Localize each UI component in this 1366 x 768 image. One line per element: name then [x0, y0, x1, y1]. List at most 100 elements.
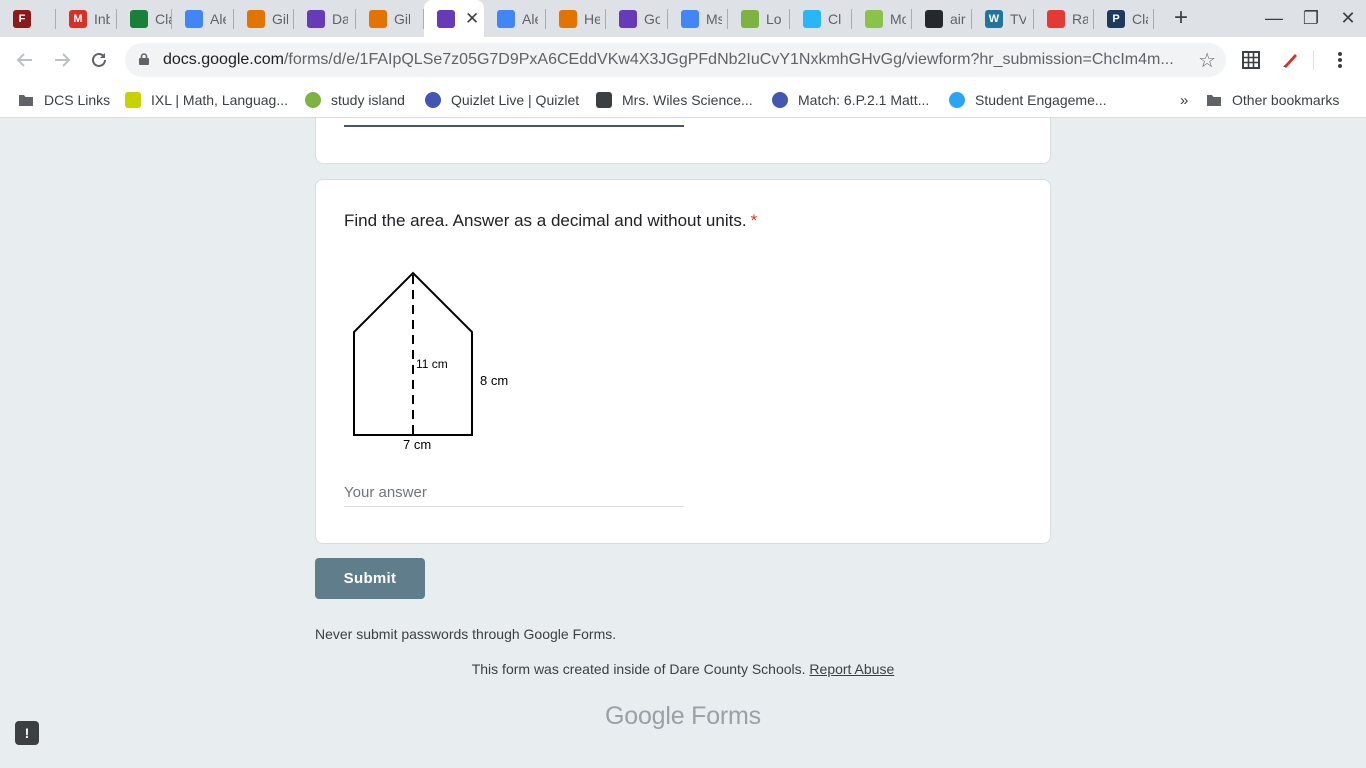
- tab-favicon-icon: W: [985, 9, 1003, 28]
- browser-tab[interactable]: W TV: [972, 0, 1034, 37]
- side-label: 8 cm: [480, 373, 508, 388]
- browser-tab[interactable]: Ms: [668, 0, 728, 37]
- base-label: 7 cm: [403, 437, 431, 452]
- tab-favicon-icon: [1047, 9, 1065, 28]
- bookmarks-overflow-button[interactable]: »: [1180, 89, 1188, 111]
- bookmark-label: Quizlet Live | Quizlet: [451, 92, 580, 108]
- quizlet-icon: [425, 92, 441, 108]
- bookmark-label: IXL | Math, Languag...: [151, 92, 288, 108]
- tab-title: Da: [332, 10, 348, 27]
- tab-favicon-icon: [437, 9, 455, 28]
- bookmark-dcs-links[interactable]: DCS Links: [18, 89, 110, 111]
- browser-tab[interactable]: Gil: [356, 0, 424, 37]
- browser-tab[interactable]: He: [546, 0, 606, 37]
- browser-tab[interactable]: Lo: [728, 0, 790, 37]
- browser-tab[interactable]: Gil: [234, 0, 294, 37]
- minimize-button[interactable]: —: [1256, 0, 1292, 37]
- report-abuse-link[interactable]: Report Abuse: [809, 661, 894, 677]
- tab-title: Classes: [155, 10, 171, 27]
- required-asterisk: *: [750, 211, 758, 230]
- bookmark-label: Other bookmarks: [1232, 92, 1340, 108]
- bookmark-label: Mrs. Wiles Science...: [622, 92, 753, 108]
- answer-input[interactable]: [344, 479, 684, 507]
- tab-favicon-icon: [497, 9, 515, 28]
- menu-dots-icon[interactable]: [1327, 47, 1353, 73]
- tab-title: air: [950, 10, 966, 27]
- folder-icon: [1207, 95, 1221, 106]
- tab-separator: [1153, 9, 1154, 29]
- bookmarks-bar: DCS Links IXL | Math, Languag... study i…: [0, 83, 1366, 118]
- browser-tab[interactable]: Mo: [852, 0, 912, 37]
- created-text: This form was created inside of Dare Cou…: [471, 661, 806, 677]
- previous-question-card: [315, 118, 1051, 164]
- bookmark-label: Match: 6.P.2.1 Matt...: [798, 92, 930, 108]
- engagement-icon: [949, 92, 965, 108]
- bookmark-ixl[interactable]: IXL | Math, Languag...: [125, 89, 288, 111]
- browser-tab[interactable]: Alex: [484, 0, 546, 37]
- address-url: docs.google.com/forms/d/e/1FAIpQLSe7z05G…: [163, 51, 1173, 68]
- tab-title: Cl: [828, 10, 842, 27]
- address-bar[interactable]: docs.google.com/forms/d/e/1FAIpQLSe7z05G…: [125, 43, 1226, 77]
- previous-answer-underline[interactable]: [344, 125, 684, 127]
- bookmark-match[interactable]: Match: 6.P.2.1 Matt...: [772, 89, 929, 111]
- browser-tab[interactable]: M Inbox: [56, 0, 117, 37]
- browser-tab[interactable]: Alex: [172, 0, 234, 37]
- bookmark-other[interactable]: Other bookmarks: [1206, 89, 1339, 111]
- tab-close-icon[interactable]: ✕: [465, 9, 479, 29]
- tab-title: Lo: [766, 10, 782, 27]
- created-notice: This form was created inside of Dare Cou…: [0, 661, 1366, 677]
- browser-tab[interactable]: Ra: [1034, 0, 1094, 37]
- tab-title: Mo: [890, 10, 906, 27]
- tab-favicon-icon: [681, 9, 699, 28]
- tab-favicon-icon: [741, 9, 759, 28]
- extension-grid-icon[interactable]: [1238, 47, 1264, 73]
- quizlet-icon: [772, 92, 788, 108]
- browser-tab[interactable]: Da: [294, 0, 356, 37]
- tab-title: TV: [1010, 10, 1026, 27]
- tab-title: Gil: [394, 10, 410, 27]
- tab-favicon-icon: P: [1107, 9, 1125, 28]
- browser-tab[interactable]: Classes: [117, 0, 172, 37]
- bookmark-mrs-wiles[interactable]: Mrs. Wiles Science...: [596, 89, 753, 111]
- feedback-icon[interactable]: !: [15, 721, 39, 745]
- bookmark-study-island[interactable]: study island: [305, 89, 405, 111]
- restore-button[interactable]: ❐: [1293, 0, 1329, 37]
- pen-extension-icon[interactable]: [1277, 47, 1303, 73]
- question-title: Find the area. Answer as a decimal and w…: [344, 211, 758, 230]
- question-card: Find the area. Answer as a decimal and w…: [315, 179, 1051, 544]
- tab-favicon-icon: [130, 9, 148, 28]
- tab-title: Ms: [706, 10, 722, 27]
- tab-favicon-icon: [307, 9, 325, 28]
- bookmark-student-engagement[interactable]: Student Engageme...: [949, 89, 1107, 111]
- bookmark-star-icon[interactable]: ☆: [1198, 48, 1216, 73]
- bookmark-label: DCS Links: [44, 92, 111, 108]
- tab-favicon-icon: [803, 9, 821, 28]
- tab-title: Alex: [210, 10, 226, 27]
- reload-icon[interactable]: [84, 45, 114, 75]
- browser-tab[interactable]: air: [912, 0, 972, 37]
- tab-favicon-icon: [185, 9, 203, 28]
- forward-icon[interactable]: [47, 45, 77, 75]
- browser-tab[interactable]: F: [0, 0, 56, 37]
- browser-tab[interactable]: Go: [606, 0, 668, 37]
- new-tab-button[interactable]: +: [1169, 5, 1193, 31]
- submit-button[interactable]: Submit: [315, 558, 425, 599]
- palm-tree-icon: [305, 92, 321, 108]
- browser-tab[interactable]: P Cla: [1094, 0, 1154, 37]
- tab-favicon-icon: F: [13, 9, 31, 28]
- tab-favicon-icon: [619, 9, 637, 28]
- browser-tab[interactable]: Cl: [790, 0, 852, 37]
- form-content: Find the area. Answer as a decimal and w…: [0, 118, 1366, 768]
- back-icon[interactable]: [10, 45, 40, 75]
- browser-tab[interactable]: ✕: [424, 0, 484, 37]
- tab-favicon-icon: [865, 9, 883, 28]
- password-warning: Never submit passwords through Google Fo…: [315, 626, 617, 642]
- bookmark-label: Student Engageme...: [975, 92, 1107, 108]
- tab-favicon-icon: [925, 9, 943, 28]
- bookmark-quizlet-live[interactable]: Quizlet Live | Quizlet: [425, 89, 579, 111]
- tab-favicon-icon: M: [69, 9, 87, 28]
- close-window-button[interactable]: ✕: [1330, 0, 1366, 37]
- tab-favicon-icon: [247, 9, 265, 28]
- toolbar-divider: [1313, 50, 1314, 70]
- google-forms-logo[interactable]: Google Forms: [0, 702, 1366, 731]
